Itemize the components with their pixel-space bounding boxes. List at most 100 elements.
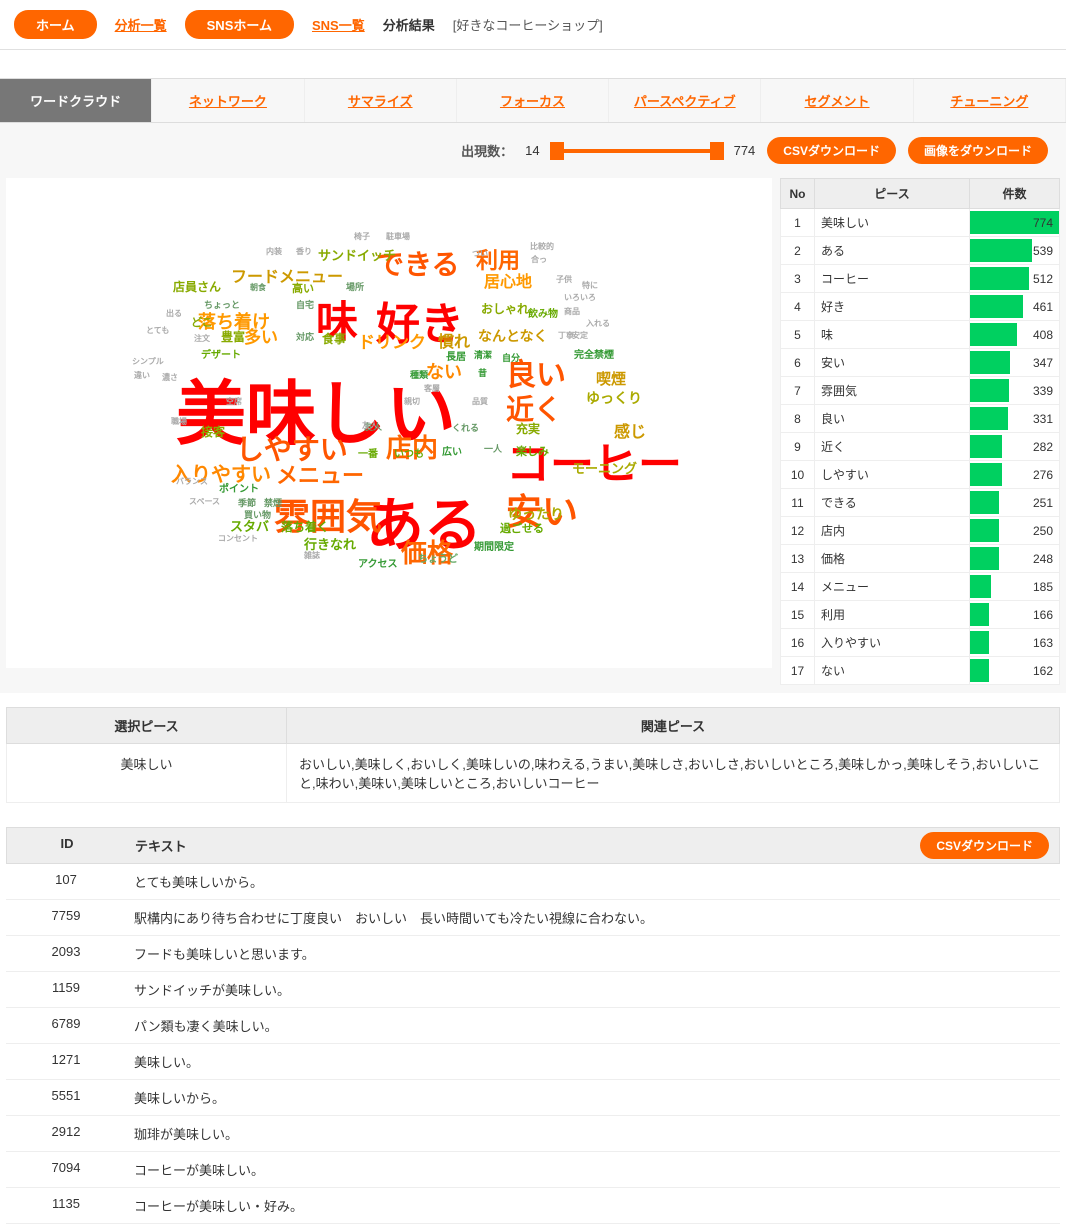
piece-row[interactable]: 17ない162 bbox=[781, 657, 1060, 685]
wordcloud-word[interactable]: ポイント bbox=[219, 480, 259, 495]
wordcloud-word[interactable]: 落ち着く bbox=[281, 518, 329, 535]
wordcloud-word[interactable]: 自分 bbox=[502, 351, 520, 364]
tab-6[interactable]: チューニング bbox=[914, 79, 1066, 122]
text-row[interactable]: 107とても美味しいから。 bbox=[6, 864, 1060, 900]
piece-row[interactable]: 16入りやすい163 bbox=[781, 629, 1060, 657]
wordcloud-word[interactable]: 接客 bbox=[201, 423, 225, 440]
wordcloud-word[interactable]: 濃さ bbox=[162, 372, 178, 383]
wordcloud-word[interactable]: 入れる bbox=[586, 318, 610, 329]
piece-row[interactable]: 2ある539 bbox=[781, 237, 1060, 265]
text-row[interactable]: 5551美味しいから。 bbox=[6, 1080, 1060, 1116]
wordcloud-word[interactable]: シンプル bbox=[132, 356, 164, 367]
wordcloud-word[interactable]: いつも bbox=[394, 445, 424, 460]
text-csv-download-button[interactable]: CSVダウンロード bbox=[920, 832, 1049, 859]
piece-row[interactable]: 5味408 bbox=[781, 321, 1060, 349]
wordcloud-word[interactable]: 比較的 bbox=[530, 241, 554, 252]
wordcloud-word[interactable]: 品質 bbox=[472, 396, 488, 407]
wordcloud-word[interactable]: バランス bbox=[176, 476, 208, 487]
wordcloud-word[interactable]: 一番 bbox=[358, 445, 378, 460]
piece-row[interactable]: 9近く282 bbox=[781, 433, 1060, 461]
wordcloud-word[interactable]: 期間限定 bbox=[474, 538, 514, 553]
wordcloud-word[interactable]: 特に bbox=[582, 280, 598, 291]
wordcloud-word[interactable]: 親切 bbox=[404, 396, 420, 407]
text-row[interactable]: 7759駅構内にあり待ち合わせに丁度良い おいしい 長い時間いても冷たい視線に合… bbox=[6, 900, 1060, 936]
count-slider[interactable] bbox=[552, 149, 722, 153]
wordcloud-word[interactable]: 客層 bbox=[424, 383, 440, 394]
wordcloud-word[interactable]: 内装 bbox=[266, 246, 282, 257]
wordcloud-word[interactable]: アクセス bbox=[358, 555, 398, 570]
piece-row[interactable]: 8良い331 bbox=[781, 405, 1060, 433]
wordcloud-word[interactable]: 買い物 bbox=[244, 508, 271, 521]
wordcloud-word[interactable]: コンセント bbox=[218, 533, 258, 544]
wordcloud-word[interactable]: 一人 bbox=[484, 442, 502, 455]
text-row[interactable]: 7094コーヒーが美味しい。 bbox=[6, 1152, 1060, 1188]
wordcloud-word[interactable]: 清潔 bbox=[474, 348, 492, 361]
wordcloud-word[interactable]: 長居 bbox=[446, 348, 466, 363]
wordcloud-word[interactable]: 多い bbox=[244, 323, 278, 348]
wordcloud-word[interactable]: 場所 bbox=[346, 280, 364, 293]
image-download-button[interactable]: 画像をダウンロード bbox=[908, 137, 1048, 164]
wordcloud-word[interactable]: 朝食 bbox=[250, 282, 266, 293]
wordcloud-word[interactable]: ちょうど bbox=[418, 550, 458, 565]
wordcloud-word[interactable]: 過ごせる bbox=[500, 520, 544, 536]
text-row[interactable]: 2912珈琲が美味しい。 bbox=[6, 1116, 1060, 1152]
wordcloud-word[interactable]: 種類 bbox=[410, 368, 428, 381]
text-row[interactable]: 1159サンドイッチが美味しい。 bbox=[6, 972, 1060, 1008]
wordcloud-word[interactable]: メニュー bbox=[276, 458, 364, 490]
wordcloud-word[interactable]: 対応 bbox=[296, 330, 314, 343]
wordcloud-word[interactable]: 高い bbox=[292, 280, 314, 296]
piece-row[interactable]: 12店内250 bbox=[781, 517, 1060, 545]
wordcloud-word[interactable]: 喫煙 bbox=[596, 368, 626, 389]
wordcloud-word[interactable]: 雑誌 bbox=[304, 550, 320, 561]
tab-3[interactable]: フォーカス bbox=[457, 79, 609, 122]
wordcloud-word[interactable]: サンドイッチ bbox=[318, 245, 396, 264]
wordcloud-word[interactable]: 子供 bbox=[556, 274, 572, 285]
piece-row[interactable]: 11できる251 bbox=[781, 489, 1060, 517]
wordcloud-word[interactable]: 楽しみ bbox=[516, 443, 549, 459]
wordcloud-word[interactable]: 店員さん bbox=[173, 278, 221, 295]
wordcloud-word[interactable]: 飲み物 bbox=[528, 305, 558, 320]
wordcloud-word[interactable]: 違い bbox=[134, 370, 150, 381]
wordcloud-word[interactable]: 駐車場 bbox=[386, 231, 410, 242]
wordcloud-word[interactable]: とても bbox=[146, 325, 169, 336]
wordcloud-word[interactable]: 昔 bbox=[478, 366, 487, 379]
piece-row[interactable]: 6安い347 bbox=[781, 349, 1060, 377]
tab-0[interactable]: ワードクラウド bbox=[0, 79, 152, 122]
wordcloud-word[interactable]: ゆっくり bbox=[586, 388, 642, 408]
tab-1[interactable]: ネットワーク bbox=[152, 79, 304, 122]
wordcloud-word[interactable]: 注文 bbox=[194, 333, 210, 344]
wordcloud-word[interactable]: 自宅 bbox=[296, 298, 314, 311]
piece-row[interactable]: 14メニュー185 bbox=[781, 573, 1060, 601]
wordcloud-word[interactable]: 友人 bbox=[362, 420, 378, 431]
wordcloud-word[interactable]: ちょっと bbox=[204, 298, 240, 311]
wordcloud-word[interactable]: つい bbox=[472, 248, 488, 259]
text-row[interactable]: 1135コーヒーが美味しい・好み。 bbox=[6, 1188, 1060, 1224]
piece-row[interactable]: 7雰囲気339 bbox=[781, 377, 1060, 405]
wordcloud-word[interactable]: 居心地 bbox=[484, 268, 532, 292]
wordcloud-word[interactable]: どこ bbox=[191, 314, 213, 330]
text-row[interactable]: 2093フードも美味しいと思います。 bbox=[6, 936, 1060, 972]
piece-row[interactable]: 10しやすい276 bbox=[781, 461, 1060, 489]
wordcloud-canvas[interactable]: 美味しいあるコーヒー好き味安い雰囲気良い近くしやすいできる店内価格メニュー利用入… bbox=[6, 178, 772, 668]
wordcloud-word[interactable]: おしゃれ bbox=[481, 300, 529, 317]
piece-row[interactable]: 1美味しい774 bbox=[781, 209, 1060, 237]
wordcloud-word[interactable]: 合っ bbox=[531, 254, 547, 265]
wordcloud-word[interactable]: 広い bbox=[442, 443, 462, 458]
sns-list-link[interactable]: SNS一覧 bbox=[312, 15, 365, 34]
wordcloud-word[interactable]: 安定 bbox=[572, 330, 588, 341]
wordcloud-word[interactable]: 完全禁煙 bbox=[574, 346, 614, 361]
wordcloud-word[interactable]: 丁寧 bbox=[558, 330, 574, 341]
text-row[interactable]: 1271美味しい。 bbox=[6, 1044, 1060, 1080]
wordcloud-word[interactable]: 椅子 bbox=[354, 231, 370, 242]
csv-download-button[interactable]: CSVダウンロード bbox=[767, 137, 896, 164]
wordcloud-word[interactable]: デザート bbox=[201, 346, 241, 361]
piece-row[interactable]: 4好き461 bbox=[781, 293, 1060, 321]
wordcloud-word[interactable]: 感じ bbox=[614, 418, 646, 442]
wordcloud-word[interactable]: フードメニュー bbox=[231, 263, 343, 287]
piece-row[interactable]: 13価格248 bbox=[781, 545, 1060, 573]
wordcloud-word[interactable]: 豊富 bbox=[221, 328, 245, 345]
tab-4[interactable]: パースペクティブ bbox=[609, 79, 761, 122]
wordcloud-word[interactable]: 職場 bbox=[171, 416, 187, 427]
piece-table[interactable]: No ピース 件数 1美味しい7742ある5393コーヒー5124好き4615味… bbox=[780, 178, 1060, 685]
wordcloud-word[interactable]: ドリンク bbox=[358, 328, 426, 353]
